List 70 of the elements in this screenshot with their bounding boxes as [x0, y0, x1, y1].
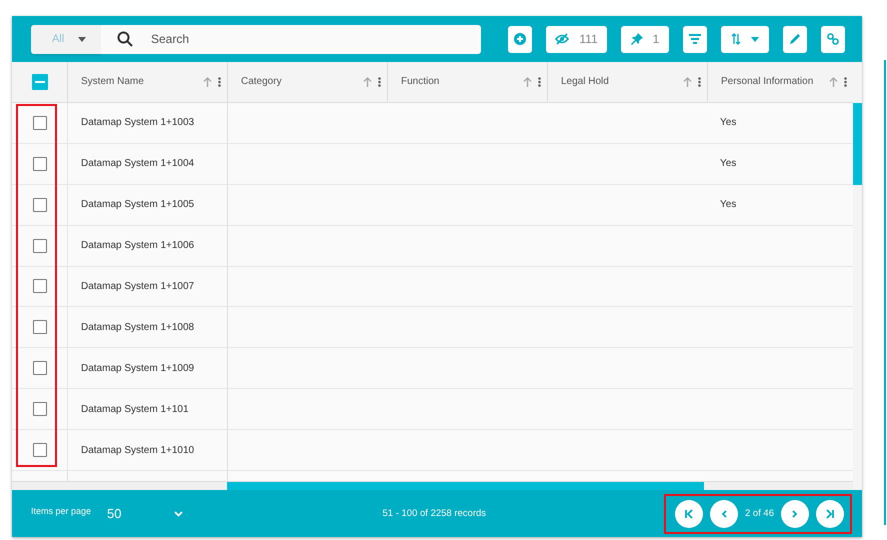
eye-slash-icon	[555, 33, 570, 45]
table-cell: Yes	[720, 199, 736, 210]
previous-page-button[interactable]	[710, 500, 738, 528]
row-checkbox[interactable]	[32, 156, 46, 171]
caret-icon	[751, 36, 759, 42]
sort-icon[interactable]	[829, 76, 838, 87]
sort-icon[interactable]	[523, 76, 532, 87]
row-checkbox[interactable]	[32, 279, 46, 294]
table-cell: Datamap System 1+1009	[81, 362, 194, 374]
table-cell: Datamap System 1+1008	[81, 322, 194, 333]
last-page-icon	[825, 508, 835, 518]
chevron-right-icon	[792, 508, 798, 518]
first-page-button[interactable]	[674, 500, 703, 528]
row-checkbox[interactable]	[32, 361, 46, 376]
last-page-button[interactable]	[816, 500, 844, 528]
link-button[interactable]	[821, 26, 845, 52]
sort-dropdown[interactable]	[721, 26, 769, 52]
row-checkbox[interactable]	[32, 238, 46, 253]
add-button[interactable]	[508, 26, 532, 52]
first-page-icon	[684, 508, 694, 518]
items-per-page-label: Items per page	[31, 506, 92, 516]
row-checkbox[interactable]	[32, 402, 46, 416]
caret-icon	[78, 36, 86, 42]
link-icon	[827, 33, 839, 45]
chevron-down-icon	[174, 510, 183, 516]
vertical-scrollbar[interactable]	[853, 103, 862, 185]
more-icon[interactable]	[698, 76, 701, 87]
more-icon[interactable]	[378, 76, 381, 87]
select-all-checkbox[interactable]	[32, 74, 48, 90]
add-icon	[514, 33, 526, 45]
row-checkbox[interactable]	[32, 198, 46, 212]
sort-icon[interactable]	[363, 76, 372, 87]
row-checkbox[interactable]	[32, 443, 46, 458]
column-header[interactable]: Function	[401, 76, 517, 88]
table-cell: Datamap System 1+1003	[81, 117, 194, 128]
table-cell: Datamap System 1+1005	[81, 199, 194, 210]
table-cell: Datamap System 1+1006	[81, 240, 194, 252]
column-header[interactable]: Personal Information	[721, 76, 823, 88]
pencil-icon	[789, 33, 801, 45]
sort-icon[interactable]	[683, 76, 692, 87]
next-page-button[interactable]	[781, 500, 809, 528]
sort-icon[interactable]	[203, 76, 212, 87]
column-header[interactable]: Legal Hold	[561, 76, 677, 88]
filter-icon	[689, 34, 701, 44]
more-icon[interactable]	[538, 76, 541, 87]
pin-icon	[630, 33, 643, 45]
more-icon[interactable]	[218, 76, 221, 87]
page-indicator: 2 of 46	[744, 508, 774, 519]
table-cell: Datamap System 1+1007	[81, 280, 194, 292]
pinned-columns-button[interactable]: 1	[621, 26, 669, 52]
edit-button[interactable]	[783, 26, 807, 52]
row-checkbox[interactable]	[32, 116, 46, 130]
table-cell: Datamap System 1+101	[81, 404, 189, 415]
records-count: 51 - 100 of 2258 records	[382, 508, 486, 519]
table-cell: Datamap System 1+1010	[81, 444, 194, 456]
table-cell: Yes	[720, 158, 736, 170]
more-icon[interactable]	[844, 76, 847, 87]
row-checkbox[interactable]	[32, 320, 46, 334]
search-icon	[117, 31, 133, 47]
sort-icon	[731, 33, 741, 45]
column-header[interactable]: Category	[241, 76, 357, 88]
horizontal-scrollbar[interactable]	[227, 482, 704, 490]
search-input[interactable]: Search	[149, 31, 453, 47]
column-header[interactable]: System Name	[81, 76, 197, 88]
table-cell: Datamap System 1+1004	[81, 158, 194, 170]
search-field[interactable]: Search	[101, 24, 481, 54]
hidden-columns-button[interactable]: 111	[546, 26, 607, 52]
filter-button[interactable]	[683, 26, 707, 52]
table-cell: Yes	[720, 117, 736, 128]
chevron-left-icon	[720, 508, 727, 518]
